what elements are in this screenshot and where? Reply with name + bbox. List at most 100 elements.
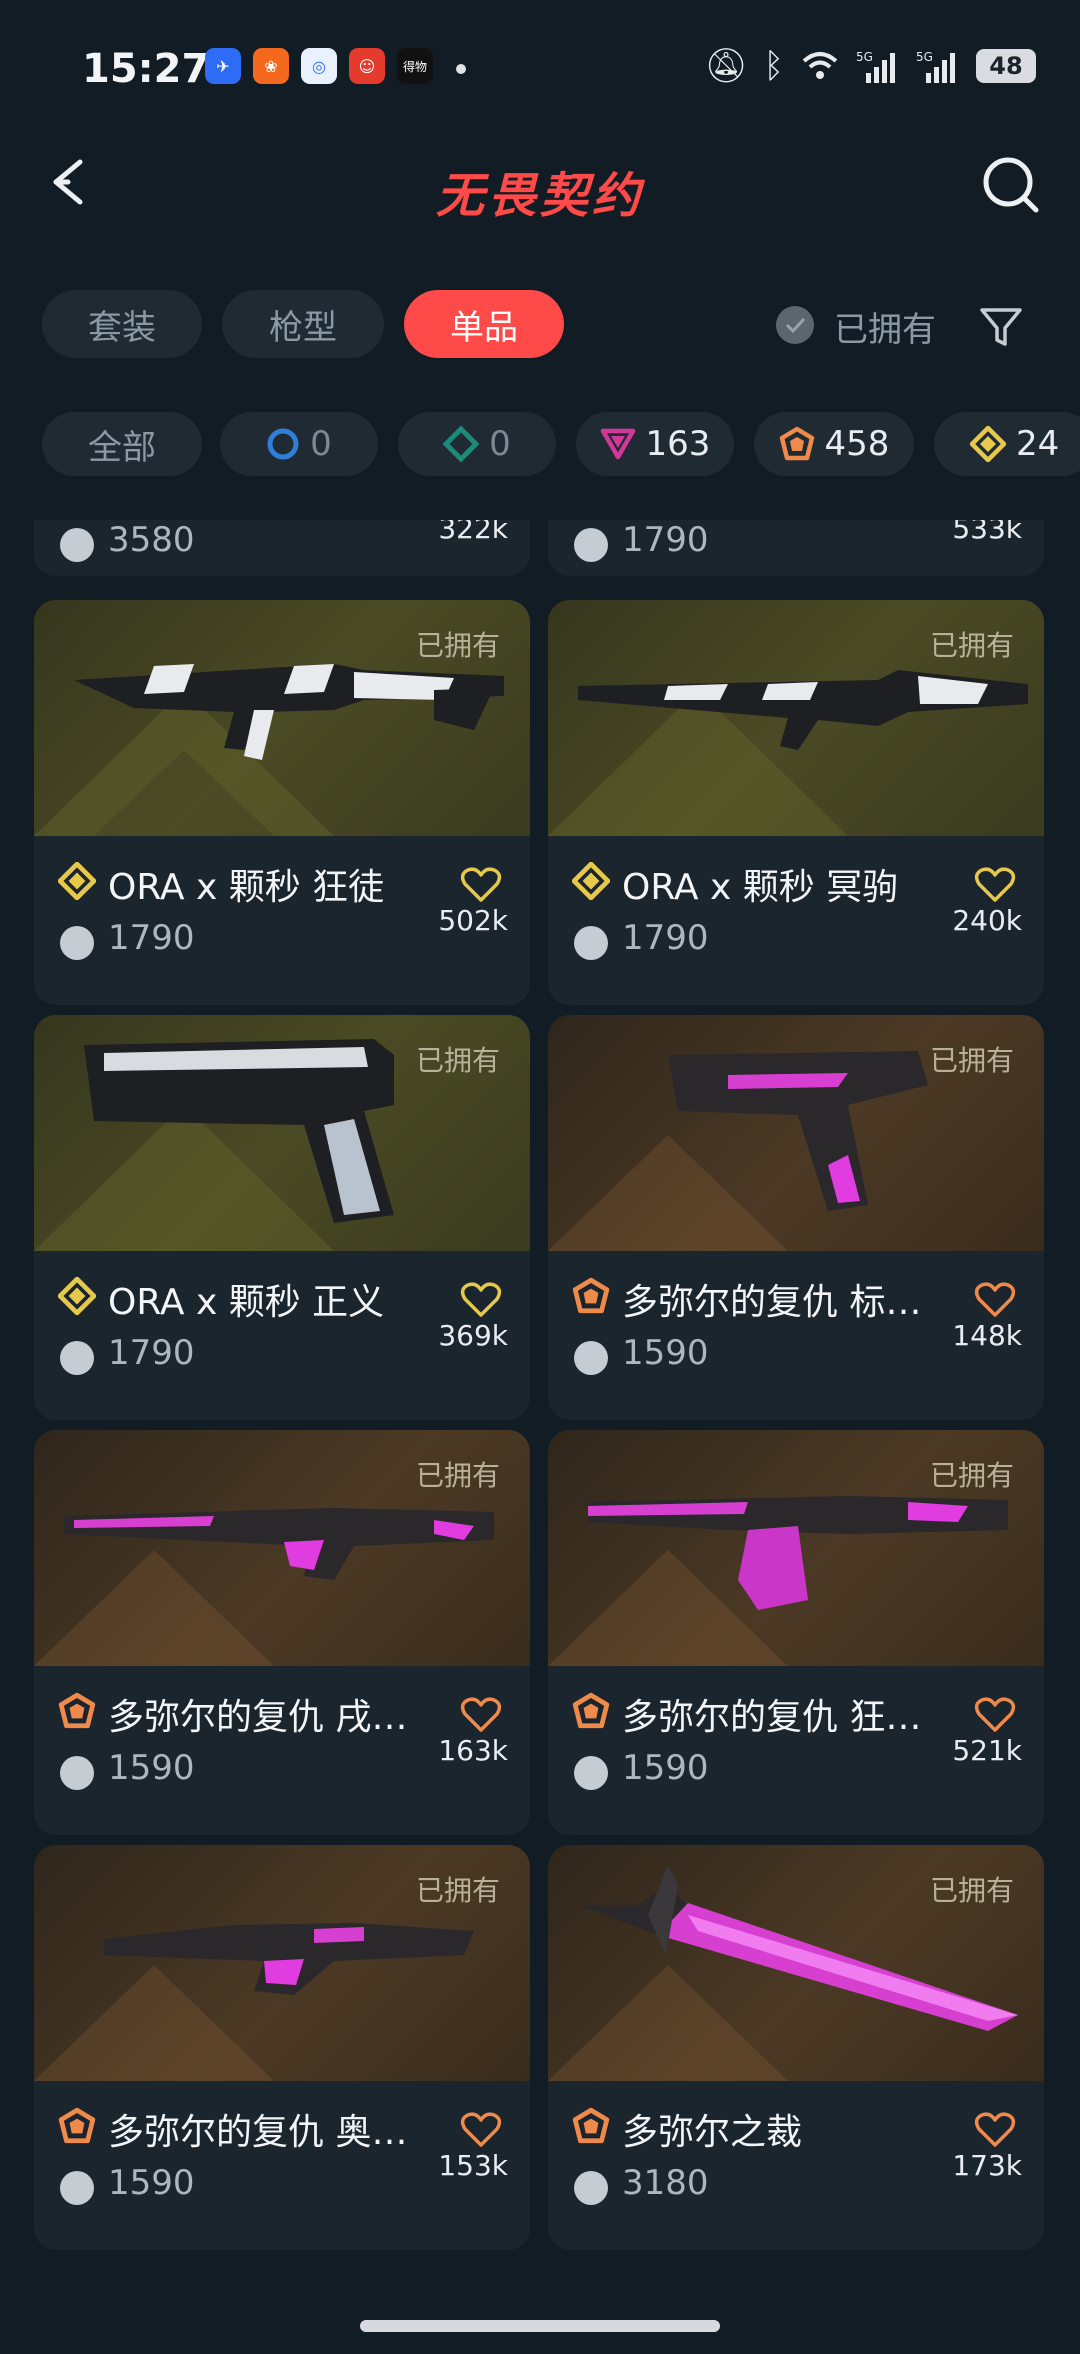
vp-currency-icon bbox=[574, 528, 608, 562]
item-likes: 240k bbox=[952, 904, 1022, 937]
system-icons: 🔕︎ ᛒ 5G 5G 48 bbox=[704, 46, 1036, 86]
exclusive-tier-icon bbox=[572, 2107, 610, 2144]
item-price: 3180 bbox=[622, 2163, 709, 2203]
item-likes: 322k bbox=[438, 520, 508, 545]
vp-currency-icon bbox=[60, 926, 94, 960]
home-indicator[interactable] bbox=[360, 2320, 720, 2332]
item-card-partial[interactable]: 3580 322k bbox=[34, 520, 530, 576]
favorite-heart-icon[interactable] bbox=[974, 1281, 1016, 1319]
rarity-select[interactable]: 0 bbox=[220, 412, 378, 476]
item-likes: 153k bbox=[438, 2149, 508, 2182]
vp-currency-icon bbox=[574, 1756, 608, 1790]
owned-tag: 已拥有 bbox=[929, 1459, 1014, 1492]
item-likes: 521k bbox=[952, 1734, 1022, 1767]
more-notifications-dot bbox=[456, 64, 466, 74]
vp-currency-icon bbox=[60, 1756, 94, 1790]
item-price: 1590 bbox=[108, 2163, 195, 2203]
item-price: 1790 bbox=[622, 918, 709, 958]
vp-currency-icon bbox=[574, 2171, 608, 2205]
item-card[interactable]: 已拥有 多弥尔之裁 3180 173k bbox=[548, 1845, 1044, 2250]
deluxe-tier-icon bbox=[443, 426, 480, 462]
item-price: 1790 bbox=[108, 1333, 195, 1373]
favorite-heart-icon[interactable] bbox=[460, 1281, 502, 1319]
rarity-ultra[interactable]: 24 bbox=[934, 412, 1080, 476]
notification-icons: ✈ ❀ ◎ ☺ 得物 bbox=[205, 48, 433, 84]
favorite-heart-icon[interactable] bbox=[460, 1696, 502, 1734]
item-price: 1790 bbox=[622, 520, 709, 560]
tab-weapon-type[interactable]: 枪型 bbox=[222, 290, 384, 358]
item-card[interactable]: 已拥有 多弥尔的复仇 戌… 1590 163k bbox=[34, 1430, 530, 1835]
signal-icon: 5G bbox=[856, 50, 895, 83]
owned-filter-label[interactable]: 已拥有 bbox=[834, 302, 936, 351]
favorite-heart-icon[interactable] bbox=[974, 2111, 1016, 2149]
favorite-heart-icon[interactable] bbox=[460, 866, 502, 904]
tab-single-item[interactable]: 单品 bbox=[404, 290, 564, 358]
item-price: 1590 bbox=[622, 1748, 709, 1788]
item-likes: 533k bbox=[952, 520, 1022, 545]
item-price: 1790 bbox=[108, 918, 195, 958]
item-card[interactable]: 已拥有 多弥尔的复仇 标… 1590 148k bbox=[548, 1015, 1044, 1420]
item-likes: 502k bbox=[438, 904, 508, 937]
app-blue-circle-icon: ◎ bbox=[301, 48, 337, 84]
ultra-tier-icon bbox=[58, 862, 96, 900]
item-card[interactable]: 已拥有 ORA x 颗秒 狂徒 1790 502k bbox=[34, 600, 530, 1005]
item-name: ORA x 颗秒 正义 bbox=[108, 1282, 385, 1323]
item-likes: 369k bbox=[438, 1319, 508, 1352]
vp-currency-icon bbox=[60, 1341, 94, 1375]
rarity-exclusive[interactable]: 458 bbox=[754, 412, 914, 476]
owned-tag: 已拥有 bbox=[415, 629, 500, 662]
owned-checkbox[interactable] bbox=[776, 306, 814, 344]
app-orange-icon: ❀ bbox=[253, 48, 289, 84]
ultra-tier-icon bbox=[970, 426, 1006, 462]
exclusive-tier-icon bbox=[779, 426, 814, 461]
item-name: 多弥尔的复仇 奥… bbox=[108, 2112, 408, 2153]
item-name: ORA x 颗秒 冥驹 bbox=[622, 867, 899, 908]
item-name: 多弥尔的复仇 戌… bbox=[108, 1697, 408, 1738]
feishu-icon: ✈ bbox=[205, 48, 241, 84]
item-name: 多弥尔之裁 bbox=[622, 2112, 803, 2153]
item-likes: 148k bbox=[952, 1319, 1022, 1352]
search-icon[interactable] bbox=[978, 152, 1042, 216]
select-tier-icon bbox=[267, 428, 299, 460]
favorite-heart-icon[interactable] bbox=[974, 866, 1016, 904]
exclusive-tier-icon bbox=[572, 1692, 610, 1729]
owned-tag: 已拥有 bbox=[929, 1874, 1014, 1907]
mute-icon: 🔕︎ bbox=[704, 46, 748, 86]
item-name: 多弥尔的复仇 狂… bbox=[622, 1697, 922, 1738]
ultra-tier-icon bbox=[572, 862, 610, 900]
item-name: 多弥尔的复仇 标… bbox=[622, 1282, 922, 1323]
filter-icon[interactable] bbox=[978, 304, 1024, 350]
bluetooth-icon: ᛒ bbox=[763, 46, 784, 86]
item-price: 1590 bbox=[108, 1748, 195, 1788]
rarity-premium[interactable]: 163 bbox=[576, 412, 734, 476]
signal-icon-2: 5G bbox=[916, 50, 955, 83]
item-card[interactable]: 已拥有 多弥尔的复仇 狂… 1590 521k bbox=[548, 1430, 1044, 1835]
favorite-heart-icon[interactable] bbox=[974, 1696, 1016, 1734]
premium-tier-icon bbox=[600, 428, 635, 460]
item-likes: 163k bbox=[438, 1734, 508, 1767]
vp-currency-icon bbox=[60, 2171, 94, 2205]
owned-tag: 已拥有 bbox=[415, 1044, 500, 1077]
svg-text:5G: 5G bbox=[916, 50, 933, 64]
top-bar: 无畏契约 bbox=[0, 130, 1080, 240]
item-card[interactable]: 已拥有 ORA x 颗秒 正义 1790 369k bbox=[34, 1015, 530, 1420]
clock: 15:27 bbox=[82, 46, 210, 92]
item-price: 1590 bbox=[622, 1333, 709, 1373]
rarity-all[interactable]: 全部 bbox=[42, 412, 202, 476]
app-logo-title: 无畏契约 bbox=[435, 168, 644, 224]
item-card[interactable]: 已拥有 ORA x 颗秒 冥驹 1790 240k bbox=[548, 600, 1044, 1005]
favorite-heart-icon[interactable] bbox=[460, 2111, 502, 2149]
owned-tag: 已拥有 bbox=[415, 1874, 500, 1907]
item-grid: 3580 322k 1790 533k 已拥有 ORA x 颗秒 狂徒 1790… bbox=[0, 520, 1080, 2280]
item-card[interactable]: 已拥有 多弥尔的复仇 奥… 1590 153k bbox=[34, 1845, 530, 2250]
owned-tag: 已拥有 bbox=[929, 1044, 1014, 1077]
category-tabs: 套装 枪型 单品 已拥有 bbox=[0, 290, 1080, 364]
tab-bundle[interactable]: 套装 bbox=[42, 290, 202, 358]
item-card-partial[interactable]: 1790 533k bbox=[548, 520, 1044, 576]
app-cartoon-icon: ☺ bbox=[349, 48, 385, 84]
item-name: ORA x 颗秒 狂徒 bbox=[108, 867, 385, 908]
rarity-deluxe[interactable]: 0 bbox=[398, 412, 556, 476]
ultra-tier-icon bbox=[58, 1277, 96, 1315]
status-bar: 15:27 ✈ ❀ ◎ ☺ 得物 🔕︎ ᛒ 5G 5G 48 bbox=[0, 0, 1080, 140]
item-likes: 173k bbox=[952, 2149, 1022, 2182]
